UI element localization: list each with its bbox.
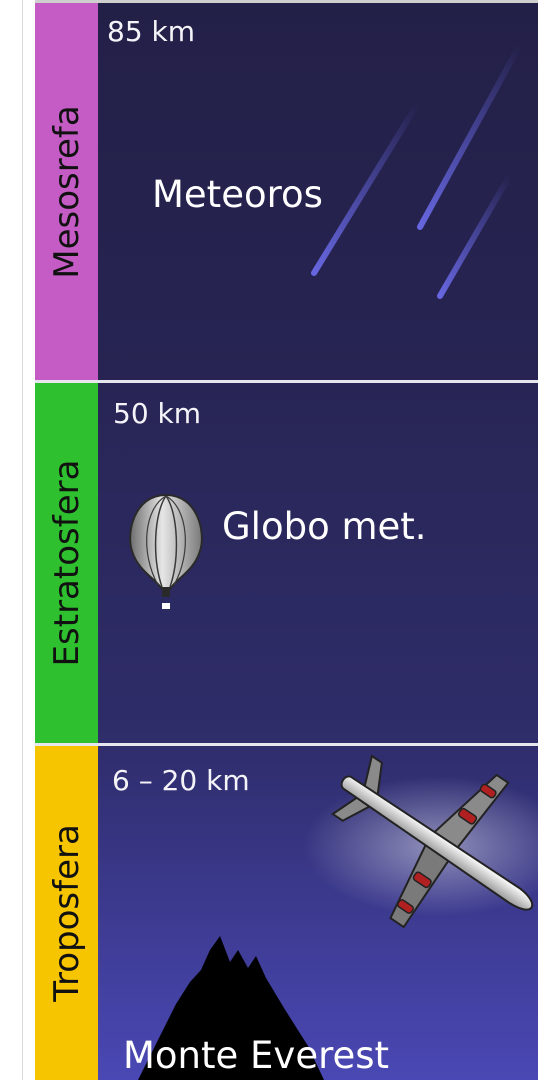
scene-stratosphere: 50 km Globo met. [98,383,538,743]
band-stratosphere: Estratosfera [35,383,98,743]
band-label-mesosphere: Mesosrefa [46,104,87,279]
feature-label: Monte Everest [123,1034,390,1077]
scene-mesosphere: 85 km Meteoros [98,3,538,380]
band-troposphere: Troposfera [35,746,98,1080]
band-label-stratosphere: Estratosfera [46,459,87,667]
sky-background [98,383,538,743]
scene-troposphere: 6 – 20 km Monte Everest [98,746,538,1080]
layer-stratosphere: Estratosfera 50 km Globo met. [35,383,538,743]
atmosphere-diagram: Mesosrefa 85 km Meteoros Estratosfera 50… [0,0,538,1080]
layer-troposphere: Troposfera 6 – 20 km Monte Everest [35,746,538,1080]
altitude-label: 85 km [107,15,196,48]
feature-label: Globo met. [222,505,427,548]
band-label-troposphere: Troposfera [46,824,87,1002]
layer-mesosphere: Mesosrefa 85 km Meteoros [35,3,538,380]
band-mesosphere: Mesosrefa [35,3,98,380]
altitude-label: 6 – 20 km [112,764,250,797]
altitude-label: 50 km [113,397,202,430]
left-divider [22,0,23,1080]
feature-label: Meteoros [152,173,323,216]
